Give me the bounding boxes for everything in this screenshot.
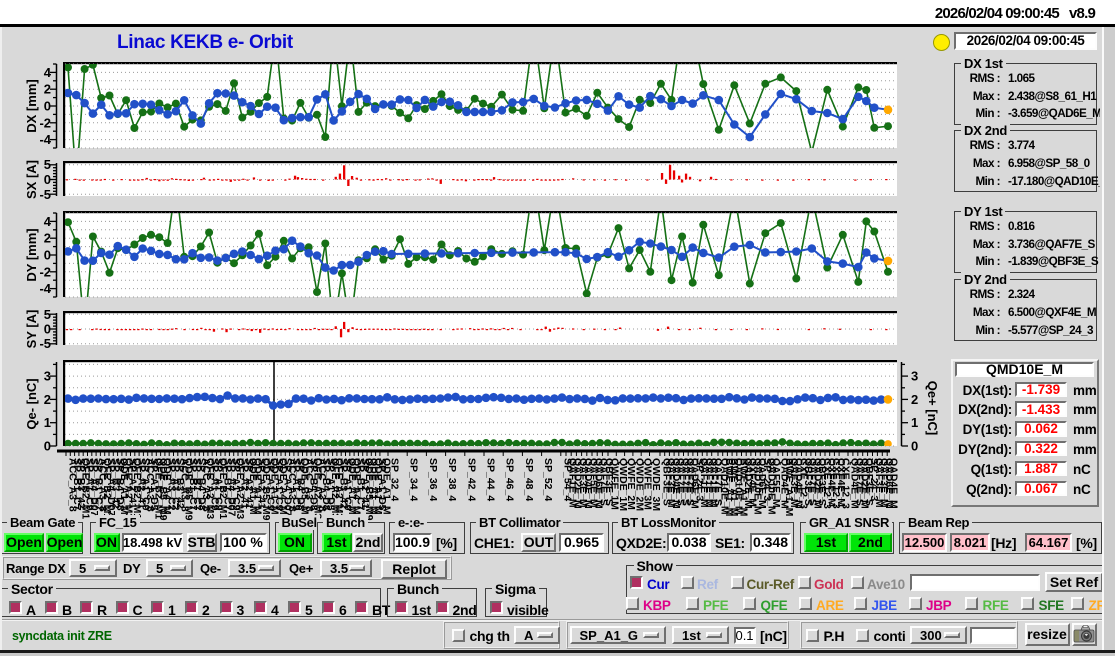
svg-text:SP_48_4: SP_48_4 [523,458,535,501]
svg-text:QWDE_3M: QWDE_3M [650,458,662,511]
svg-text:-5: -5 [39,187,51,202]
svg-text:0: 0 [44,439,51,454]
svg-text:SP_52_4: SP_52_4 [542,458,554,501]
svg-text:4: 4 [44,214,52,229]
svg-text:0: 0 [44,322,51,337]
svg-text:SP_42_4: SP_42_4 [465,458,477,501]
svg-text:DY [mm]: DY [mm] [24,228,39,281]
svg-text:5: 5 [44,307,51,322]
svg-text:2: 2 [44,392,51,407]
svg-text:SP_46_4: SP_46_4 [504,458,516,501]
svg-text:SP_36_4: SP_36_4 [427,458,439,501]
svg-text:-4: -4 [39,281,51,296]
svg-text:QAD4E_M: QAD4E_M [888,458,900,509]
svg-text:SX [A]: SX [A] [24,160,39,199]
svg-text:Qe+ [nC]: Qe+ [nC] [925,381,940,436]
svg-text:SP_34_4: SP_34_4 [408,458,420,501]
svg-text:3: 3 [44,369,51,384]
svg-text:-4: -4 [39,132,51,147]
svg-text:3: 3 [911,369,918,384]
svg-text:4: 4 [44,65,52,80]
svg-text:-2: -2 [39,115,51,130]
svg-text:2: 2 [44,82,51,97]
svg-text:0: 0 [44,248,51,263]
svg-text:2: 2 [911,392,918,407]
svg-text:SP_32_4: SP_32_4 [389,458,401,501]
svg-text:SY [A]: SY [A] [24,310,39,349]
svg-text:Qe- [nC]: Qe- [nC] [24,378,39,429]
svg-text:-2: -2 [39,264,51,279]
svg-text:0: 0 [44,99,51,114]
svg-text:SP_44_4: SP_44_4 [485,458,497,501]
svg-text:0: 0 [44,172,51,187]
svg-text:1: 1 [44,415,51,430]
svg-text:-5: -5 [39,336,51,351]
svg-text:1: 1 [911,415,918,430]
svg-text:SP_38_4: SP_38_4 [446,458,458,501]
svg-text:2: 2 [44,231,51,246]
svg-text:DX [mm]: DX [mm] [24,79,39,132]
svg-text:0: 0 [911,439,918,454]
svg-text:5: 5 [44,157,51,172]
